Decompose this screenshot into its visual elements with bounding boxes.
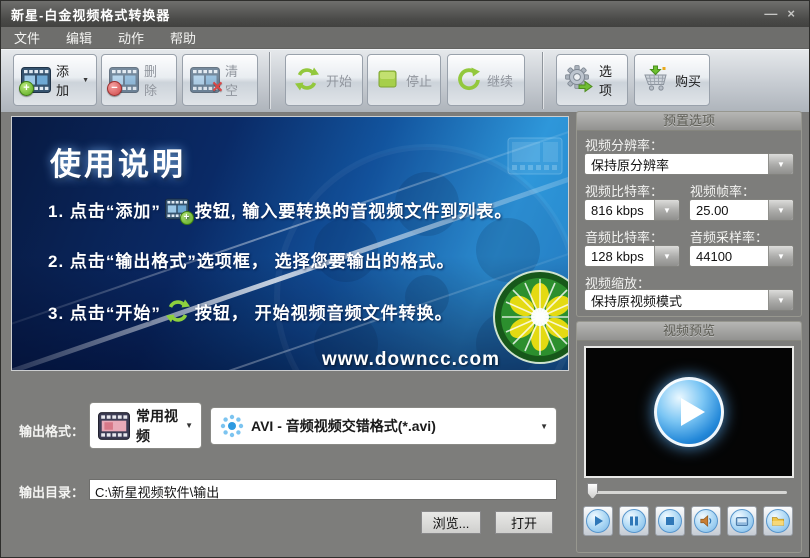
preview-open-folder-button[interactable] bbox=[763, 506, 793, 536]
format-dots-icon bbox=[219, 413, 245, 439]
clear-button[interactable]: × 清空 bbox=[182, 54, 258, 106]
chevron-down-icon[interactable]: ▼ bbox=[768, 246, 793, 266]
gear-icon bbox=[564, 64, 594, 97]
snapshot-icon bbox=[730, 509, 754, 533]
resume-icon bbox=[455, 66, 482, 95]
audio-bitrate-select[interactable]: 128 kbps ▼ bbox=[584, 245, 680, 267]
minimize-button[interactable]: — bbox=[764, 7, 777, 21]
preview-header: 视频预览 bbox=[577, 322, 801, 341]
chevron-down-icon[interactable]: ▼ bbox=[768, 200, 793, 220]
chevron-down-icon[interactable]: ▼ bbox=[768, 290, 793, 310]
output-format-label: 输出格式： bbox=[19, 424, 85, 439]
chevron-down-icon[interactable]: ▼ bbox=[654, 246, 679, 266]
instruction-step-2: 2. 点击“输出格式”选项框， 选择您要输出的格式。 bbox=[48, 252, 455, 271]
remove-button[interactable]: − 删除 bbox=[101, 54, 177, 106]
format-category-select[interactable]: 常用视频 ▼ bbox=[89, 402, 202, 449]
options-button-label: 选项 bbox=[599, 64, 613, 98]
resume-button-label: 继续 bbox=[487, 73, 514, 89]
audio-bitrate-label: 音频比特率： bbox=[585, 230, 664, 245]
instruction-step-1: 1. 点击“添加” + 按钮, 输入要转换的音视频文件到列表。 bbox=[48, 197, 512, 225]
sample-rate-label: 音频采样率： bbox=[690, 230, 769, 245]
panel-title: 使用说明 bbox=[50, 147, 186, 182]
start-button-label: 开始 bbox=[326, 73, 353, 89]
toolbar-separator bbox=[542, 52, 543, 109]
chevron-down-icon: ▼ bbox=[540, 421, 548, 431]
window-controls: — × bbox=[764, 7, 809, 21]
chevron-down-icon[interactable]: ▼ bbox=[768, 154, 793, 174]
film-clear-icon: × bbox=[190, 67, 223, 98]
video-scale-select[interactable]: 保持原视频模式 ▼ bbox=[584, 289, 794, 311]
presets-header: 预置选项 bbox=[577, 112, 801, 131]
preview-play-button[interactable] bbox=[583, 506, 613, 536]
output-format-select[interactable]: AVI - 音频视频交错格式(*.avi) ▼ bbox=[210, 407, 557, 445]
close-button[interactable]: × bbox=[787, 7, 795, 21]
output-format-value: AVI - 音频视频交错格式(*.avi) bbox=[251, 418, 436, 434]
stop-icon bbox=[375, 66, 401, 95]
buy-button-label: 购买 bbox=[675, 73, 702, 89]
sample-rate-select[interactable]: 44100 ▼ bbox=[689, 245, 794, 267]
add-dropdown-caret-icon[interactable]: ▼ bbox=[82, 77, 89, 84]
remove-button-label: 删除 bbox=[144, 64, 158, 98]
preview-volume-button[interactable] bbox=[691, 506, 721, 536]
open-button[interactable]: 打开 bbox=[495, 511, 553, 534]
stop-button-label: 停止 bbox=[406, 73, 433, 89]
cart-icon bbox=[642, 65, 670, 95]
menubar: 文件 编辑 动作 帮助 bbox=[1, 27, 809, 49]
add-button-label: 添加 bbox=[56, 64, 70, 98]
stop-icon bbox=[658, 509, 682, 533]
menu-action[interactable]: 动作 bbox=[105, 28, 157, 47]
instruction-panel: 使用说明 1. 点击“添加” + 按钮, 输入要转换的音视频文件到列表。 2. … bbox=[11, 116, 569, 371]
film-add-icon: + bbox=[19, 67, 51, 96]
framerate-select[interactable]: 25.00 ▼ bbox=[689, 199, 794, 221]
titlebar: 新星-白金视频格式转换器 — × bbox=[1, 1, 809, 27]
resume-button[interactable]: 继续 bbox=[447, 54, 525, 106]
resolution-select[interactable]: 保持原分辨率 ▼ bbox=[584, 153, 794, 175]
chevron-down-icon[interactable]: ▼ bbox=[654, 200, 679, 220]
buy-button[interactable]: 购买 bbox=[634, 54, 710, 106]
menu-file[interactable]: 文件 bbox=[1, 28, 53, 47]
browse-button[interactable]: 浏览... bbox=[421, 511, 481, 534]
menu-help[interactable]: 帮助 bbox=[157, 28, 209, 47]
resolution-label: 视频分辨率： bbox=[585, 138, 664, 153]
inline-film-add-icon: + bbox=[164, 198, 194, 225]
video-preview-area bbox=[584, 346, 794, 478]
preview-pause-button[interactable] bbox=[619, 506, 649, 536]
video-bitrate-label: 视频比特率： bbox=[585, 184, 664, 199]
seek-slider-thumb[interactable] bbox=[587, 483, 598, 499]
preview-snapshot-button[interactable] bbox=[727, 506, 757, 536]
seek-slider-track[interactable] bbox=[595, 491, 787, 494]
add-button[interactable]: + 添加 ▼ bbox=[13, 54, 97, 106]
play-icon bbox=[586, 509, 610, 533]
options-button[interactable]: 选项 bbox=[556, 54, 628, 106]
video-bitrate-select[interactable]: 816 kbps ▼ bbox=[584, 199, 680, 221]
lime-logo bbox=[493, 270, 568, 364]
preview-play-overlay-icon[interactable] bbox=[654, 377, 724, 447]
site-watermark: www.downcc.com bbox=[322, 349, 500, 370]
stop-button[interactable]: 停止 bbox=[367, 54, 441, 106]
pause-icon bbox=[622, 509, 646, 533]
folder-icon bbox=[766, 509, 790, 533]
app-window: 新星-白金视频格式转换器 — × 文件 编辑 动作 帮助 + 添加 ▼ − 删除 bbox=[0, 0, 810, 558]
speaker-icon bbox=[694, 509, 718, 533]
toolbar-separator bbox=[269, 52, 270, 109]
chevron-down-icon: ▼ bbox=[185, 421, 193, 430]
start-icon bbox=[293, 66, 321, 95]
framerate-label: 视频帧率： bbox=[690, 184, 756, 199]
start-button[interactable]: 开始 bbox=[285, 54, 363, 106]
clear-button-label: 清空 bbox=[225, 64, 239, 98]
preview-groupbox: 视频预览 bbox=[576, 321, 802, 553]
window-title: 新星-白金视频格式转换器 bbox=[11, 7, 171, 23]
output-dir-input[interactable]: C:\新星视频软件\输出 bbox=[89, 479, 557, 500]
film-remove-icon: − bbox=[107, 67, 139, 96]
inline-refresh-icon bbox=[165, 298, 191, 324]
film-red-icon bbox=[98, 411, 130, 440]
output-dir-label: 输出目录： bbox=[19, 485, 85, 500]
toolbar: + 添加 ▼ − 删除 × 清空 开始 停止 继续 选项 购买 bbox=[1, 49, 809, 113]
preview-stop-button[interactable] bbox=[655, 506, 685, 536]
menu-edit[interactable]: 编辑 bbox=[53, 28, 105, 47]
filmstrip-watermark-icon bbox=[507, 137, 563, 175]
instruction-step-3: 3. 点击“开始” 按钮， 开始视频音频文件转换。 bbox=[48, 298, 453, 324]
format-category-value: 常用视频 bbox=[136, 407, 178, 444]
